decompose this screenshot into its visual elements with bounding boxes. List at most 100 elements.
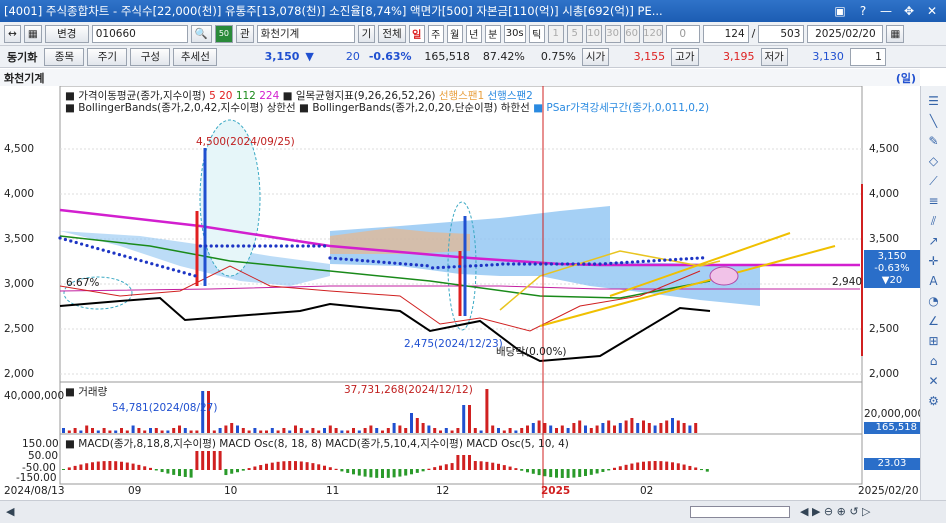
calendar-icon[interactable]: ▦ bbox=[886, 24, 905, 43]
x-09: 09 bbox=[128, 485, 142, 497]
period-min[interactable]: 분 bbox=[484, 24, 501, 43]
chart-area[interactable]: ■ 가격이동평균(종가,지수이평) 5 20 112 224 ■ 일목균형지표(… bbox=[0, 85, 924, 498]
minimize-icon[interactable]: — bbox=[877, 3, 895, 19]
right-toolbar: ☰ ╲ ✎ ◇ ⟋ ≡ ⫽ ↗ ✛ A ◔ ∠ ⊞ ⌂ ✕ ⚙ bbox=[920, 86, 946, 500]
volume-bar bbox=[572, 423, 576, 433]
maximize-icon[interactable]: ✥ bbox=[900, 3, 918, 19]
psar-dot bbox=[328, 256, 332, 260]
pin-icon[interactable]: ▣ bbox=[831, 3, 849, 19]
scroll-bar[interactable]: ◀ ◀ ▶ ⊖ ⊕ ↺ ▷ bbox=[0, 500, 946, 523]
tick-10[interactable]: 10 bbox=[585, 24, 602, 43]
period-tick[interactable]: 틱 bbox=[528, 24, 545, 43]
name-field[interactable]: 화천기계 bbox=[256, 24, 355, 43]
badge-pct: -0.63% bbox=[874, 263, 910, 274]
btn-trendline[interactable]: 추세선 bbox=[173, 47, 218, 66]
settings-icon[interactable]: ⚙ bbox=[925, 392, 943, 410]
macd-bar bbox=[137, 464, 141, 470]
volume-bar bbox=[120, 428, 123, 433]
tick-60[interactable]: 60 bbox=[623, 24, 640, 43]
total-field[interactable]: 503 bbox=[758, 24, 805, 43]
tick-120[interactable]: 120 bbox=[642, 24, 663, 43]
volume-bar bbox=[288, 430, 292, 433]
x-11: 11 bbox=[326, 485, 340, 497]
volume-bar bbox=[386, 428, 390, 433]
btn-period[interactable]: 주기 bbox=[87, 47, 128, 66]
nav-icon[interactable]: ↔ bbox=[4, 24, 21, 43]
x-2025: 2025 bbox=[541, 485, 571, 497]
angle-icon[interactable]: ∠ bbox=[925, 312, 943, 330]
psar-dot bbox=[242, 244, 246, 248]
pen-icon[interactable]: ✎ bbox=[925, 132, 943, 150]
channel-icon[interactable]: ⫽ bbox=[925, 212, 943, 230]
change-button[interactable]: 변경 bbox=[44, 24, 89, 43]
volume-bar bbox=[102, 428, 106, 433]
tick-30[interactable]: 30 bbox=[604, 24, 621, 43]
period-unit: (일) bbox=[895, 71, 916, 85]
y-4500: 4,500 bbox=[4, 143, 35, 155]
zero-field[interactable]: 0 bbox=[665, 24, 700, 43]
macd-bar bbox=[653, 461, 657, 470]
high-value: 3,195 bbox=[723, 50, 755, 63]
period-day[interactable]: 일 bbox=[408, 24, 425, 43]
fib-icon[interactable]: ≡ bbox=[925, 192, 943, 210]
psar-dot bbox=[323, 244, 327, 248]
count-field[interactable]: 124 bbox=[702, 24, 749, 43]
grid-icon[interactable]: ▦ bbox=[23, 24, 42, 43]
psar-dot bbox=[166, 266, 170, 270]
volume-bar bbox=[375, 428, 379, 433]
volume-bar bbox=[584, 425, 587, 433]
list-icon[interactable]: ☰ bbox=[925, 92, 943, 110]
macd-150: 150.00 bbox=[22, 438, 59, 450]
prev-icon[interactable]: 기 bbox=[357, 24, 376, 43]
close-icon[interactable]: ✕ bbox=[923, 3, 941, 19]
measure-icon[interactable]: ⊞ bbox=[925, 332, 943, 350]
psar-dot bbox=[225, 244, 229, 248]
one-field[interactable]: 1 bbox=[849, 47, 886, 66]
scroll-thumb[interactable] bbox=[690, 506, 790, 518]
magnet-icon[interactable]: ⌂ bbox=[925, 352, 943, 370]
period-year[interactable]: 년 bbox=[465, 24, 482, 43]
volume-bar bbox=[85, 425, 89, 433]
btn-layout[interactable]: 구성 bbox=[130, 47, 171, 66]
volume-bar bbox=[688, 425, 692, 433]
macd-bar bbox=[114, 461, 118, 470]
volume-bar bbox=[514, 430, 518, 433]
all-button[interactable]: 전체 bbox=[378, 24, 406, 43]
tick-1[interactable]: 1 bbox=[547, 24, 564, 43]
cross-icon[interactable]: ✛ bbox=[925, 252, 943, 270]
delete-icon[interactable]: ✕ bbox=[925, 372, 943, 390]
psar-dot bbox=[636, 260, 640, 264]
btn-jongmok[interactable]: 종목 bbox=[44, 47, 85, 66]
yr-3500: 3,500 bbox=[869, 233, 900, 245]
macd-bar bbox=[439, 465, 442, 470]
zoom-controls-icon[interactable]: ◀ ▶ ⊖ ⊕ ↺ ▷ bbox=[800, 505, 871, 518]
cycle-icon[interactable]: ◔ bbox=[925, 292, 943, 310]
line-tool-icon[interactable]: ╲ bbox=[925, 112, 943, 130]
tick-5[interactable]: 5 bbox=[566, 24, 583, 43]
dividend-annotation: 배당락(0.00%) bbox=[496, 346, 567, 358]
code-input[interactable]: 010660 bbox=[91, 24, 188, 43]
period-30s[interactable]: 30s bbox=[503, 24, 526, 43]
macd-bar bbox=[705, 469, 709, 472]
help-icon[interactable]: ? bbox=[854, 3, 872, 19]
psar-dot bbox=[182, 271, 186, 275]
psar-dot bbox=[674, 257, 678, 262]
macd-bar bbox=[589, 469, 593, 475]
macd-bar bbox=[642, 461, 645, 470]
volume-bar bbox=[108, 430, 112, 433]
psar-dot bbox=[506, 262, 510, 266]
arrow-tool-icon[interactable]: ↗ bbox=[925, 232, 943, 250]
period-week[interactable]: 주 bbox=[427, 24, 444, 43]
date-field[interactable]: 2025/02/20 bbox=[807, 24, 884, 43]
trendline-icon[interactable]: ⟋ bbox=[925, 172, 943, 190]
psar-dot bbox=[269, 244, 273, 248]
macd-bar bbox=[224, 469, 228, 476]
period-month[interactable]: 월 bbox=[446, 24, 463, 43]
scroll-left-icon[interactable]: ◀ bbox=[6, 505, 20, 519]
psar-dot bbox=[528, 262, 532, 266]
text-icon[interactable]: A bbox=[925, 272, 943, 290]
eraser-icon[interactable]: ◇ bbox=[925, 152, 943, 170]
macd-bar bbox=[79, 464, 83, 470]
jong-button[interactable]: 관 bbox=[236, 24, 254, 43]
search-icon[interactable]: 🔍 bbox=[190, 24, 212, 43]
